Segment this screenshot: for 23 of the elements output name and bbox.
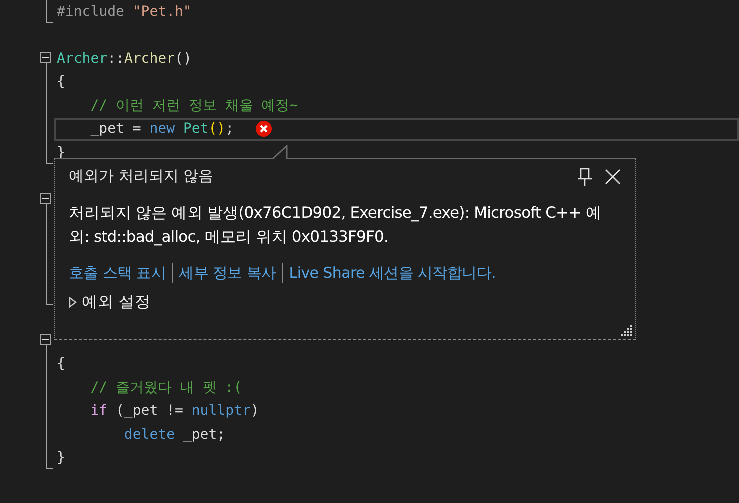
collapse-icon[interactable] [40, 52, 51, 63]
code-line: { [56, 356, 66, 372]
code-line: // 즐거웠다 내 펫 :( [90, 378, 242, 397]
code-line: { [56, 74, 66, 90]
code-line: _pet = new Pet(); [90, 121, 234, 138]
pin-icon[interactable] [577, 168, 593, 186]
popup-link[interactable]: Live Share 세션을 시작합니다. [289, 264, 496, 282]
code-line: if (_pet != nullptr) [90, 403, 260, 420]
popup-link[interactable]: 세부 정보 복사 [179, 264, 276, 282]
code-line: #include "Pet.h" [56, 4, 192, 20]
code-line: // 이런 저런 정보 채울 예정~ [90, 96, 298, 115]
code-line: } [56, 450, 66, 466]
popup-link[interactable]: 호출 스택 표시 [69, 264, 166, 282]
resize-grip-icon[interactable] [620, 324, 632, 336]
code-line: delete _pet; [123, 426, 226, 443]
code-line: Archer::Archer() [56, 50, 192, 67]
expand-triangle-icon [69, 297, 77, 308]
exception-message: 처리되지 않은 예외 발생(0x76C1D902, Exercise_7.exe): Microsoft C++ 예외: std::bad_alloc, 메모리 위치 0x0133F9F0. [69, 203, 602, 248]
collapse-icon[interactable] [40, 193, 51, 204]
close-icon[interactable] [605, 168, 621, 186]
collapse-icon[interactable] [40, 334, 51, 345]
exception-settings-toggle[interactable]: 예외 설정 [69, 292, 151, 313]
popup-title: 예외가 처리되지 않음 [69, 167, 215, 186]
